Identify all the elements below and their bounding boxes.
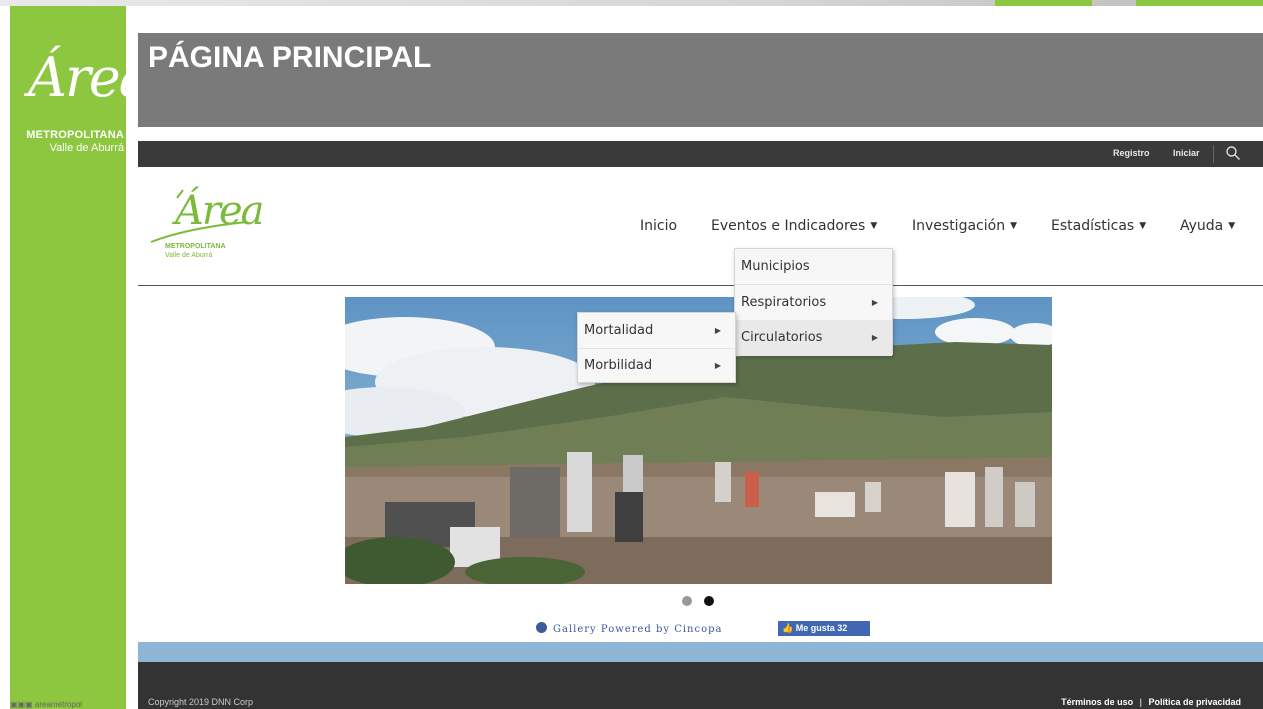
site-logo-line1: METROPOLITANA	[165, 243, 226, 250]
submenu-item-label: Mortalidad	[584, 323, 654, 338]
terms-link[interactable]: Términos de uso	[1061, 697, 1133, 707]
nav-ayuda-label: Ayuda	[1180, 218, 1224, 234]
footer-link-separator: |	[1139, 697, 1142, 707]
iniciar-link[interactable]: Iniciar	[1173, 148, 1200, 158]
blue-band	[138, 642, 1263, 662]
social-handle: areametropol	[34, 700, 83, 709]
sidebar-logo-script: Área	[28, 46, 151, 109]
site-logo-script: Área	[175, 188, 265, 234]
footer-links: Términos de uso | Política de privacidad	[1061, 697, 1241, 707]
top-tab-2[interactable]	[1136, 0, 1263, 6]
nav-investigacion-label: Investigación	[912, 218, 1006, 234]
submenu-item-label: Morbilidad	[584, 358, 653, 373]
footer: Copyright 2019 DNN Corp Términos de uso …	[138, 662, 1263, 709]
thumbs-up-icon: 👍	[782, 623, 794, 633]
chevron-right-icon: ▶	[871, 333, 878, 342]
social-strip: ▣▣▣ areametropol	[10, 700, 82, 709]
topbar-separator	[1213, 145, 1214, 163]
slider-dot-1[interactable]	[682, 596, 692, 606]
nav-eventos-label: Eventos e Indicadores	[711, 218, 866, 234]
submenu-circulatorios: Mortalidad ▶ Morbilidad ▶	[577, 312, 736, 383]
page-title: PÁGINA PRINCIPAL	[148, 41, 432, 74]
dropdown-item-circulatorios[interactable]: Circulatorios ▶	[735, 320, 892, 356]
nav-inicio-label: Inicio	[640, 218, 678, 234]
facebook-like-label: Me gusta 32	[795, 623, 848, 633]
nav-estadisticas[interactable]: Estadísticas ▼	[1051, 218, 1146, 240]
nav-inicio[interactable]: Inicio	[640, 218, 677, 240]
nav-estadisticas-label: Estadísticas	[1051, 218, 1135, 234]
sidebar-logo-line2: Valle de Aburrá	[49, 142, 124, 154]
submenu-item-morbilidad[interactable]: Morbilidad ▶	[578, 348, 735, 384]
privacy-link[interactable]: Política de privacidad	[1148, 697, 1241, 707]
slider-dot-2[interactable]	[704, 596, 714, 606]
site-logo[interactable]: Área METROPOLITANA Valle de Aburrá	[147, 188, 265, 263]
page-header: PÁGINA PRINCIPAL	[138, 33, 1263, 127]
chevron-down-icon: ▼	[1228, 221, 1236, 231]
cincopa-icon	[536, 622, 547, 633]
dropdown-item-municipios[interactable]: Municipios	[735, 249, 892, 285]
search-icon[interactable]	[1225, 145, 1241, 161]
facebook-like-button[interactable]: 👍 Me gusta 32	[778, 621, 870, 636]
chevron-right-icon: ▶	[714, 326, 721, 335]
site-logo-line2: Valle de Aburrá	[165, 252, 213, 259]
social-icons[interactable]: ▣▣▣	[10, 700, 33, 709]
gallery-credit-link[interactable]: Gallery Powered by Cincopa	[536, 622, 722, 635]
dropdown-item-label: Respiratorios	[741, 295, 827, 310]
chevron-down-icon: ▼	[1139, 221, 1147, 231]
dropdown-item-respiratorios[interactable]: Respiratorios ▶	[735, 285, 892, 321]
site-topbar: Registro Iniciar	[138, 141, 1263, 167]
dropdown-eventos-indicadores: Municipios Respiratorios ▶ Circulatorios ▶	[734, 248, 893, 356]
nav-investigacion[interactable]: Investigación ▼	[912, 218, 1017, 240]
registro-link[interactable]: Registro	[1113, 148, 1150, 158]
submenu-item-mortalidad[interactable]: Mortalidad ▶	[578, 313, 735, 349]
page: Área METROPOLITANA Valle de Aburrá PÁGIN…	[0, 0, 1263, 709]
chevron-right-icon: ▶	[714, 361, 721, 370]
nav-eventos-indicadores[interactable]: Eventos e Indicadores ▼	[711, 218, 877, 240]
nav-divider	[138, 285, 1263, 286]
left-sidebar: Área METROPOLITANA Valle de Aburrá	[10, 6, 151, 709]
top-tab-1[interactable]	[995, 0, 1092, 6]
copyright-text: Copyright 2019 DNN Corp	[148, 697, 254, 707]
chevron-down-icon: ▼	[870, 221, 878, 231]
dropdown-item-label: Municipios	[741, 259, 810, 274]
gallery-credit-text: Gallery Powered by Cincopa	[553, 624, 723, 635]
nav-ayuda[interactable]: Ayuda ▼	[1180, 218, 1235, 240]
dropdown-item-label: Circulatorios	[741, 330, 823, 345]
chevron-down-icon: ▼	[1010, 221, 1017, 231]
chevron-right-icon: ▶	[871, 298, 878, 307]
sidebar-logo-line1: METROPOLITANA	[26, 129, 124, 141]
